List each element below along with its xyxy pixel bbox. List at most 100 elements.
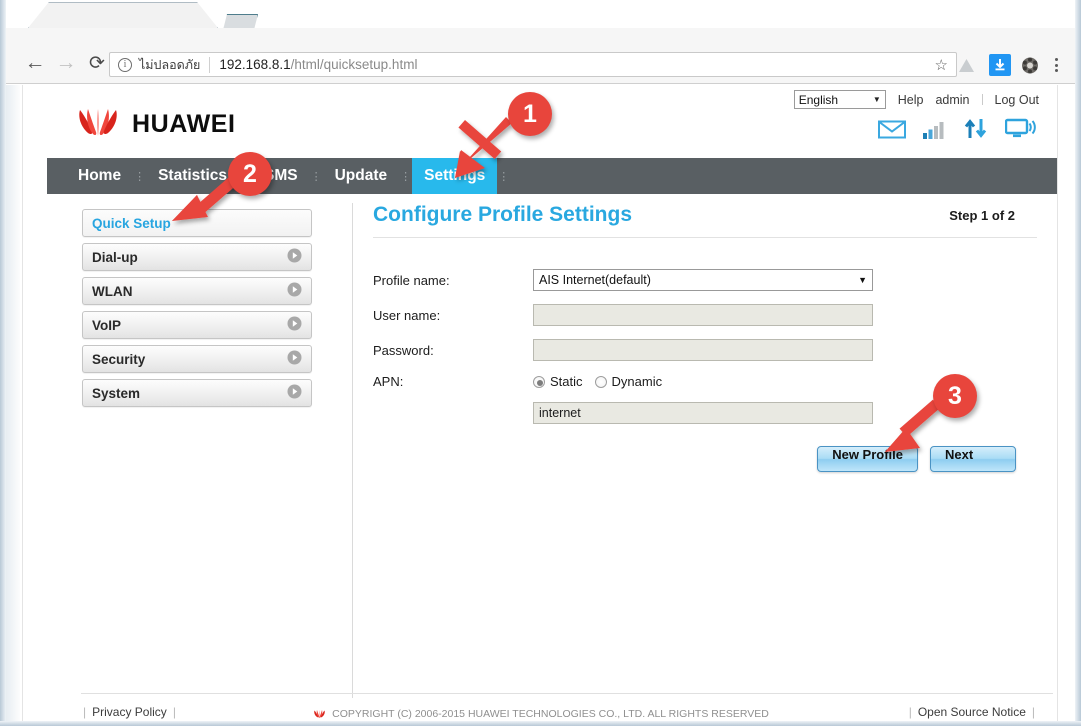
profile-name-select[interactable]: AIS Internet(default) ▼	[533, 269, 873, 291]
apn-dynamic-radio[interactable]	[594, 375, 607, 388]
sidebar-item-label: Dial-up	[92, 249, 138, 265]
brand-name: HUAWEI	[132, 109, 236, 138]
header-divider	[981, 94, 983, 105]
annotation-badge-1: 1	[508, 92, 552, 136]
sidebar-item-dial-up[interactable]: Dial-up	[82, 243, 312, 271]
web-page: English ▼ Help admin Log Out HUAWEI Home…	[6, 85, 1075, 721]
annotation-badge-3: 3	[933, 374, 977, 418]
router-admin-page: English ▼ Help admin Log Out HUAWEI Home…	[22, 85, 1058, 721]
menu-dot	[1054, 63, 1058, 67]
os-window: สงวน ✕ LTE cube × ← → ⟳ i ไม่ปลอดภัย 192…	[0, 0, 1081, 726]
user-name-input[interactable]	[533, 304, 873, 326]
sidebar-item-label: WLAN	[92, 283, 133, 299]
nav-item-settings[interactable]: Settings	[412, 158, 498, 194]
annotation-badge-2: 2	[228, 152, 272, 196]
url-path: /html/quicksetup.html	[290, 57, 418, 72]
omnibox-divider	[209, 56, 211, 73]
page-footer: | Privacy Policy | COPYRIGHT (C) 2006-20…	[23, 705, 1059, 721]
browser-tabstrip	[6, 0, 1075, 34]
huawei-flower-icon	[79, 109, 117, 137]
brand-logo: HUAWEI	[75, 109, 236, 139]
info-icon[interactable]: i	[118, 57, 132, 72]
nav-separator: ⋮	[310, 170, 322, 183]
sidebar-item-system[interactable]: System	[82, 379, 312, 407]
mail-icon[interactable]	[878, 119, 906, 139]
language-select[interactable]: English ▼	[793, 90, 886, 109]
chevron-right-icon	[287, 248, 302, 266]
chevron-down-icon: ▼	[858, 275, 867, 285]
forward-icon[interactable]: →	[51, 48, 81, 78]
next-button[interactable]: Next	[930, 446, 1016, 472]
footer-pipe: |	[1031, 705, 1035, 719]
open-source-notice-link[interactable]: Open Source Notice	[918, 705, 1026, 719]
new-profile-button[interactable]: New Profile	[817, 446, 918, 472]
browser-menu-icon[interactable]	[1043, 52, 1069, 78]
sidebar-item-wlan[interactable]: WLAN	[82, 277, 312, 305]
apn-static-label: Static	[550, 374, 583, 389]
page-title: Configure Profile Settings	[373, 203, 633, 226]
form-row-password: Password:	[373, 339, 1037, 361]
language-value: English	[798, 92, 839, 107]
profile-form: Profile name: AIS Internet(default) ▼ Us…	[373, 269, 1037, 472]
status-icon-row	[878, 118, 1037, 139]
sidebar-item-security[interactable]: Security	[82, 345, 312, 373]
profile-name-label: Profile name:	[373, 272, 450, 288]
sidebar-item-voip[interactable]: VoIP	[82, 311, 312, 339]
sidebar-item-label: Quick Setup	[92, 215, 171, 231]
back-icon[interactable]: ←	[20, 48, 50, 78]
footer-pipe: |	[908, 705, 912, 719]
content-divider	[352, 203, 353, 698]
step-indicator: Step 1 of 2	[949, 208, 1015, 223]
apn-dynamic-label: Dynamic	[611, 374, 663, 389]
chevron-down-icon: ▼	[872, 95, 881, 104]
form-row-profile-name: Profile name: AIS Internet(default) ▼	[373, 269, 1037, 291]
content-panel: Configure Profile Settings Step 1 of 2 P…	[373, 203, 1037, 472]
nav-separator: ⋮	[134, 170, 146, 183]
copyright-text: COPYRIGHT (C) 2006-2015 HUAWEI TECHNOLOG…	[332, 708, 769, 720]
apn-mode-group: Static Dynamic	[533, 374, 662, 389]
url-host: 192.168.8.1	[219, 57, 291, 72]
window-frame-bottom	[0, 721, 1081, 726]
password-label: Password:	[373, 342, 434, 358]
security-status-label: ไม่ปลอดภัย	[139, 56, 201, 72]
bookmark-star-icon[interactable]: ☆	[935, 56, 948, 74]
form-button-row: New Profile Next	[373, 446, 1016, 472]
device-wifi-icon[interactable]	[1005, 118, 1037, 139]
footer-copyright: COPYRIGHT (C) 2006-2015 HUAWEI TECHNOLOG…	[23, 708, 1059, 720]
sidebar-item-label: Security	[92, 351, 146, 367]
reload-icon[interactable]: ⟳	[82, 48, 112, 78]
download-icon[interactable]	[989, 54, 1011, 76]
address-bar[interactable]: i ไม่ปลอดภัย 192.168.8.1 /html/quicksetu…	[109, 52, 957, 77]
sidebar-item-label: VoIP	[92, 317, 122, 333]
page-left-edge	[6, 85, 20, 721]
apn-label: APN:	[373, 374, 404, 389]
nav-item-update[interactable]: Update	[323, 158, 400, 194]
header-utility-bar: English ▼ Help admin Log Out	[793, 90, 1039, 109]
chevron-right-icon	[287, 384, 302, 402]
profile-name-value: AIS Internet(default)	[539, 273, 651, 287]
help-link[interactable]: Help	[898, 93, 924, 107]
footer-right: | Open Source Notice |	[909, 705, 1035, 719]
logout-link[interactable]: Log Out	[995, 93, 1039, 107]
drive-icon[interactable]	[953, 52, 979, 78]
menu-dot	[1054, 69, 1058, 72]
main-navigation: Home ⋮ Statistics ⋮ SMS ⋮ Update ⋮ Setti…	[47, 158, 1057, 194]
apn-static-radio[interactable]	[533, 375, 545, 388]
data-transfer-icon[interactable]	[964, 118, 988, 139]
huawei-flower-icon-small	[314, 709, 325, 718]
signal-bars-icon[interactable]	[923, 120, 947, 139]
password-input[interactable]	[533, 339, 873, 361]
chevron-right-icon	[287, 316, 302, 334]
user-name-label: User name:	[373, 307, 441, 323]
title-rule	[373, 237, 1037, 238]
nav-item-home[interactable]: Home	[66, 158, 133, 194]
chevron-right-icon	[287, 282, 302, 300]
extension-icon[interactable]	[1017, 52, 1043, 78]
nav-item-statistics[interactable]: Statistics	[146, 158, 239, 194]
sidebar-item-quick-setup[interactable]: Quick Setup	[82, 209, 312, 237]
chevron-right-icon	[287, 350, 302, 368]
browser-tab[interactable]	[28, 2, 218, 28]
window-frame-right	[1075, 0, 1081, 726]
apn-input[interactable]: internet	[533, 402, 873, 424]
form-row-user-name: User name:	[373, 304, 1037, 326]
